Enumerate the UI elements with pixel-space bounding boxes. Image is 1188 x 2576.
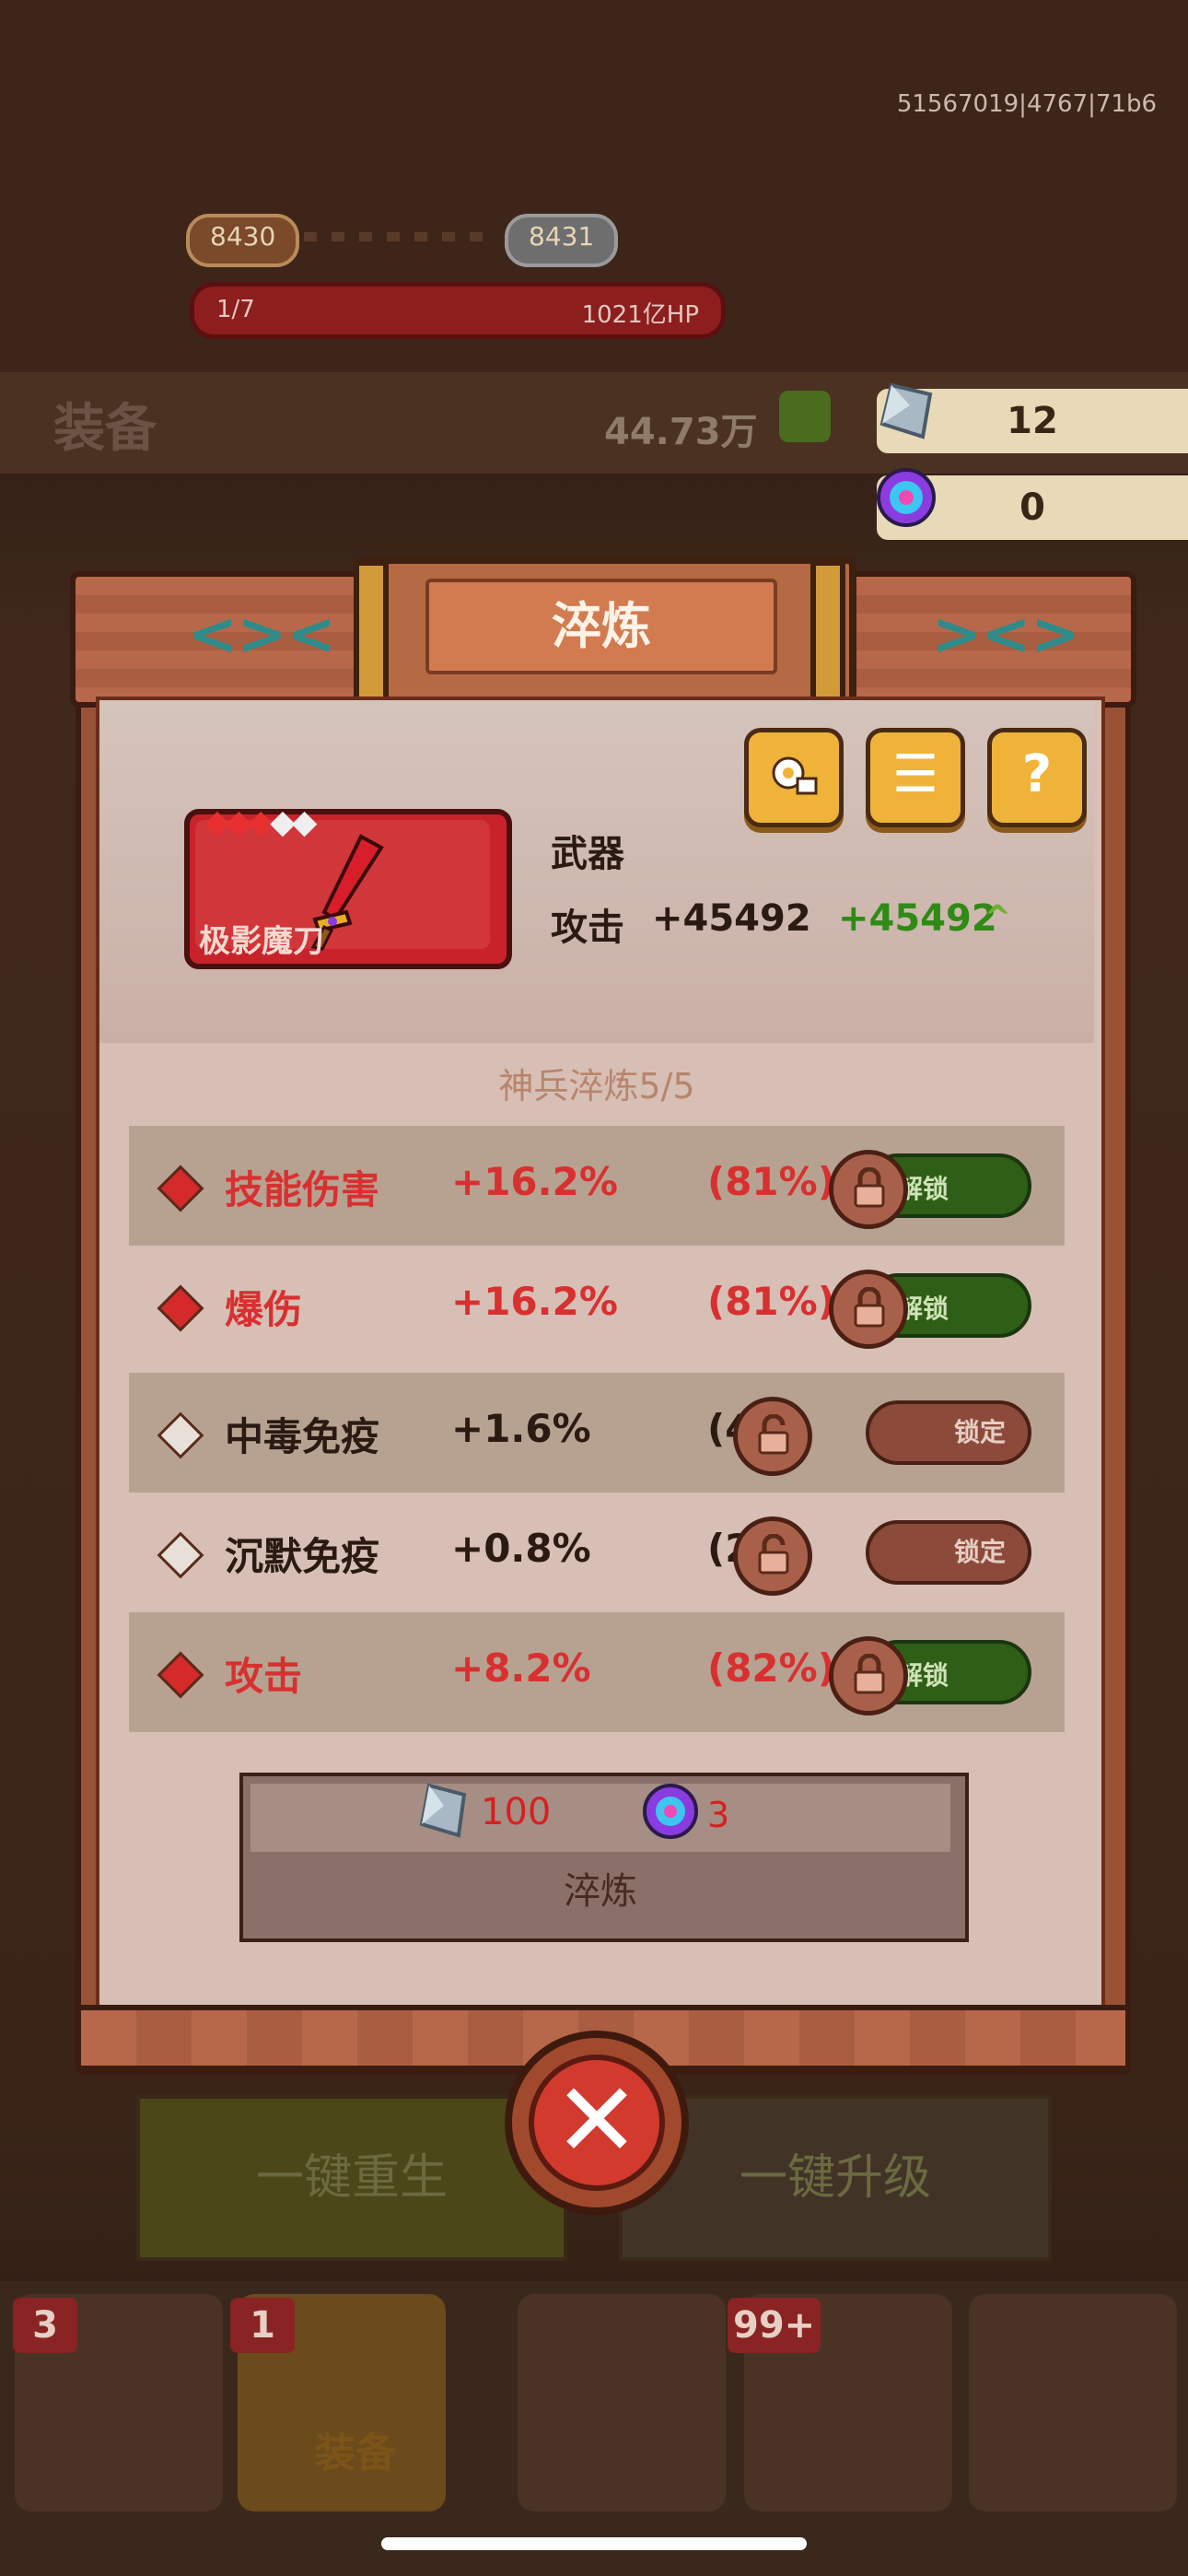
refine-level: 神兵淬炼5/5 [498, 1066, 695, 1107]
lock-toggle[interactable] [733, 1397, 812, 1476]
stat-value: +8.2% [451, 1645, 591, 1691]
attack-value: +45492 [652, 897, 811, 940]
stat-row: 爆伤 +16.2% (81%) 解锁 [129, 1246, 1065, 1365]
stat-row: 中毒免疫 +1.6% (4%) 锁定 [129, 1373, 1065, 1493]
stat-row: 沉默免疫 +0.8% (2%) 锁定 [129, 1493, 1065, 1612]
stat-name: 攻击 [225, 1654, 303, 1699]
lock-icon [854, 1287, 885, 1328]
item-type: 武器 [551, 833, 624, 875]
white-gem-icon [157, 1411, 204, 1459]
stat-value: +16.2% [451, 1159, 618, 1204]
refine-button[interactable]: 淬炼 [250, 1859, 950, 1924]
combat-power: 44.73万 [604, 411, 758, 453]
stat-row: 技能伤害 +16.2% (81%) 解锁 [129, 1126, 1065, 1246]
close-button[interactable]: ✕ [529, 2055, 665, 2191]
list-button[interactable]: ☰ [866, 728, 965, 827]
item-name: 极影魔刀 [199, 923, 324, 960]
orb-icon [877, 468, 936, 527]
lock-settings-button[interactable] [744, 728, 844, 827]
unlocked-icon [758, 1534, 789, 1575]
stat-name: 沉默免疫 [225, 1534, 380, 1579]
nav-badge-equipment: 1 [230, 2298, 295, 2353]
one-click-rebirth-button[interactable]: 一键重生 [136, 2095, 567, 2261]
stage-progress-dots [304, 232, 497, 241]
unlocked-icon [758, 1414, 789, 1455]
current-stage: 8430 [186, 214, 300, 267]
stat-value: +16.2% [451, 1279, 618, 1324]
question-icon: ? [1021, 744, 1053, 804]
add-power-button[interactable] [779, 391, 831, 442]
red-gem-icon [157, 1165, 204, 1212]
stat-name: 爆伤 [225, 1287, 303, 1332]
close-icon: ✕ [553, 2061, 640, 2181]
nav-tab-map[interactable] [969, 2294, 1177, 2512]
stat-row: 攻击 +8.2% (82%) 解锁 [129, 1612, 1065, 1732]
lock-toggle[interactable] [829, 1636, 908, 1715]
chevron-up-icon: ^ [984, 899, 1012, 937]
stat-name: 技能伤害 [225, 1167, 380, 1212]
stat-value: +1.6% [451, 1406, 591, 1451]
build-id: 51567019|4767|71b6 [896, 90, 1157, 118]
attack-label: 攻击 [551, 907, 624, 949]
help-button[interactable]: ? [987, 728, 1087, 827]
stat-name: 中毒免疫 [225, 1414, 380, 1459]
lock-button[interactable]: 锁定 [866, 1520, 1031, 1585]
equip-title: 装备 [53, 399, 157, 459]
boss-hp-bar: 1/7 1021亿HP [190, 282, 726, 339]
next-stage: 8431 [505, 214, 619, 267]
orb-cost: 3 [707, 1795, 730, 1835]
crystal-icon [879, 382, 933, 439]
crystal-cost: 100 [481, 1791, 552, 1833]
nav-badge-hero: 3 [13, 2298, 77, 2353]
red-gem-icon [157, 1651, 204, 1699]
title-post [354, 560, 389, 709]
fish-decoration-icon: <>< [188, 601, 336, 669]
red-gem-icon [157, 1284, 204, 1332]
lock-icon [854, 1654, 885, 1694]
cost-strip [250, 1784, 950, 1852]
white-gem-icon [157, 1531, 204, 1579]
lock-icon [854, 1167, 885, 1208]
nav-label-equipment: 装备 [315, 2430, 396, 2476]
boss-hp: 1021亿HP [581, 301, 699, 329]
fish-decoration-icon: ><> [932, 601, 1080, 669]
menu-icon: ☰ [891, 744, 939, 804]
lock-toggle[interactable] [829, 1150, 908, 1229]
nav-badge-chest: 99+ [728, 2298, 821, 2353]
gear-lock-icon [772, 756, 818, 795]
lock-toggle[interactable] [733, 1516, 812, 1596]
lock-button[interactable]: 锁定 [866, 1400, 1031, 1465]
wave-progress: 1/7 [216, 296, 255, 323]
crystal-icon [419, 1783, 467, 1838]
dialog-title: 淬炼 [425, 579, 777, 674]
stat-percent: (81%) [707, 1159, 835, 1204]
attack-bonus: +45492 [838, 897, 997, 940]
lock-toggle[interactable] [829, 1270, 908, 1349]
title-post [810, 560, 845, 709]
stat-percent: (82%) [707, 1645, 835, 1691]
orb-icon [643, 1784, 698, 1839]
home-indicator[interactable] [381, 2537, 807, 2550]
stat-percent: (81%) [707, 1279, 835, 1324]
nav-tab-battle[interactable] [518, 2294, 726, 2512]
stat-value: +0.8% [451, 1526, 591, 1571]
